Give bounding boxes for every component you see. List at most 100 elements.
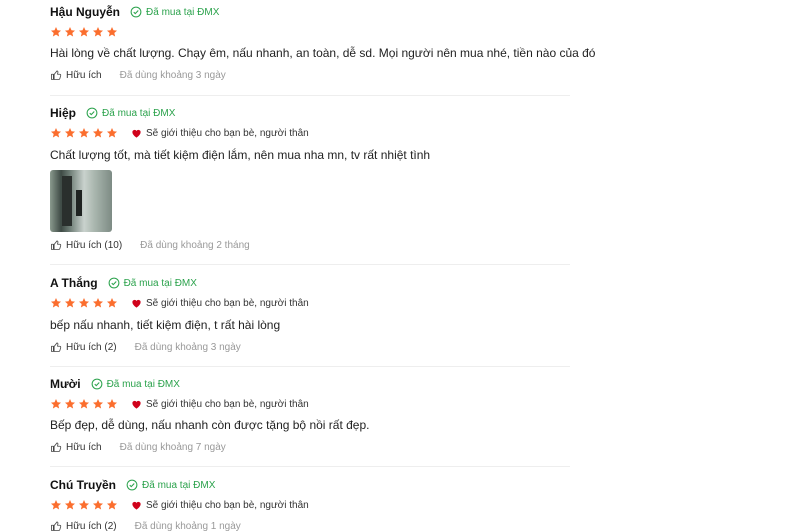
- star-icon: [64, 26, 76, 38]
- review-item: A Thắng Đã mua tại ĐMX Sẽ giới thiệu cho…: [0, 265, 570, 367]
- rating-row: Sẽ giới thiệu cho bạn bè, người thân: [50, 499, 309, 511]
- check-circle-icon: [130, 6, 142, 18]
- review-text: Hài lòng về chất lượng. Chạy êm, nấu nha…: [50, 46, 596, 60]
- recommend-tag: Sẽ giới thiệu cho bạn bè, người thân: [131, 298, 309, 309]
- thumbs-up-icon: [50, 441, 62, 453]
- star-icon: [78, 398, 90, 410]
- star-icon: [106, 398, 118, 410]
- helpful-button[interactable]: Hữu ích: [50, 69, 102, 81]
- usage-duration: Đã dùng khoảng 3 ngày: [134, 341, 241, 353]
- recommend-tag: Sẽ giới thiệu cho bạn bè, người thân: [131, 399, 309, 410]
- star-icon: [92, 499, 104, 511]
- recommend-tag: Sẽ giới thiệu cho bạn bè, người thân: [131, 500, 309, 511]
- star-icon: [50, 499, 62, 511]
- star-icon: [50, 26, 62, 38]
- verified-label: Đã mua tại ĐMX: [146, 6, 220, 18]
- star-icon: [92, 26, 104, 38]
- heart-icon: [131, 298, 142, 309]
- recommend-label: Sẽ giới thiệu cho bạn bè, người thân: [146, 127, 309, 139]
- verified-badge: Đã mua tại ĐMX: [126, 479, 215, 491]
- reviewer-name: Hiệp: [50, 106, 77, 120]
- recommend-label: Sẽ giới thiệu cho bạn bè, người thân: [146, 297, 309, 309]
- star-icon: [92, 297, 104, 309]
- star-icon: [78, 127, 90, 139]
- star-icon: [106, 297, 118, 309]
- star-icon: [78, 26, 90, 38]
- star-icon: [106, 499, 118, 511]
- helpful-label: Hữu ích: [66, 441, 102, 453]
- recommend-tag: Sẽ giới thiệu cho bạn bè, người thân: [131, 128, 309, 139]
- rating-row: Sẽ giới thiệu cho bạn bè, người thân: [50, 127, 309, 139]
- verified-badge: Đã mua tại ĐMX: [108, 277, 197, 289]
- heart-icon: [131, 500, 142, 511]
- check-circle-icon: [126, 479, 138, 491]
- usage-duration: Đã dùng khoảng 3 ngày: [119, 69, 226, 81]
- helpful-label: Hữu ích: [66, 69, 102, 81]
- recommend-label: Sẽ giới thiệu cho bạn bè, người thân: [146, 398, 309, 410]
- star-rating: [50, 398, 120, 410]
- photo-detail: [76, 190, 82, 216]
- review-item: Chú Truyền Đã mua tại ĐMX Sẽ giới thiệu …: [0, 467, 570, 532]
- thumbs-up-icon: [50, 239, 62, 251]
- helpful-button[interactable]: Hữu ích (2): [50, 341, 117, 353]
- star-icon: [50, 127, 62, 139]
- verified-badge: Đã mua tại ĐMX: [130, 6, 219, 18]
- helpful-button[interactable]: Hữu ích: [50, 441, 102, 453]
- review-text: Chất lượng tốt, mà tiết kiệm điện lắm, n…: [50, 148, 431, 162]
- reviewer-name: Mười: [50, 377, 81, 391]
- review-item: Hậu Nguyễn Đã mua tại ĐMX Hài lòng về ch…: [0, 0, 595, 96]
- star-icon: [64, 398, 76, 410]
- verified-label: Đã mua tại ĐMX: [142, 479, 216, 491]
- star-icon: [106, 127, 118, 139]
- star-icon: [64, 297, 76, 309]
- star-rating: [50, 127, 120, 139]
- helpful-label: Hữu ích (2): [66, 341, 117, 353]
- reviewer-name: Chú Truyền: [50, 478, 117, 492]
- helpful-button[interactable]: Hữu ích (10): [50, 239, 122, 251]
- verified-label: Đã mua tại ĐMX: [106, 378, 180, 390]
- star-rating: [50, 26, 120, 38]
- review-header: Mười Đã mua tại ĐMX: [50, 377, 180, 391]
- verified-badge: Đã mua tại ĐMX: [86, 107, 175, 119]
- review-footer: Hữu ích Đã dùng khoảng 7 ngày: [50, 441, 226, 453]
- thumbs-up-icon: [50, 341, 62, 353]
- review-footer: Hữu ích (10) Đã dùng khoảng 2 tháng: [50, 239, 250, 251]
- reviewer-name: A Thắng: [50, 276, 98, 290]
- star-icon: [64, 127, 76, 139]
- review-footer: Hữu ích (2) Đã dùng khoảng 1 ngày: [50, 520, 241, 532]
- star-icon: [78, 297, 90, 309]
- verified-label: Đã mua tại ĐMX: [102, 107, 176, 119]
- review-footer: Hữu ích Đã dùng khoảng 3 ngày: [50, 69, 226, 81]
- usage-duration: Đã dùng khoảng 7 ngày: [119, 441, 226, 453]
- review-text: bếp nấu nhanh, tiết kiệm điện, t rất hài…: [50, 318, 281, 332]
- heart-icon: [131, 399, 142, 410]
- reviewer-name: Hậu Nguyễn: [50, 5, 121, 19]
- star-icon: [50, 398, 62, 410]
- check-circle-icon: [86, 107, 98, 119]
- check-circle-icon: [108, 277, 120, 289]
- helpful-button[interactable]: Hữu ích (2): [50, 520, 117, 532]
- photo-detail: [62, 176, 72, 226]
- star-icon: [106, 26, 118, 38]
- thumbs-up-icon: [50, 69, 62, 81]
- star-icon: [78, 499, 90, 511]
- star-icon: [50, 297, 62, 309]
- verified-badge: Đã mua tại ĐMX: [91, 378, 180, 390]
- usage-duration: Đã dùng khoảng 2 tháng: [140, 239, 250, 251]
- review-header: Chú Truyền Đã mua tại ĐMX: [50, 478, 215, 492]
- star-icon: [92, 127, 104, 139]
- thumbs-up-icon: [50, 520, 62, 532]
- check-circle-icon: [91, 378, 103, 390]
- review-header: A Thắng Đã mua tại ĐMX: [50, 276, 197, 290]
- review-item: Mười Đã mua tại ĐMX Sẽ giới thiệu cho bạ…: [0, 367, 570, 467]
- star-rating: [50, 297, 120, 309]
- review-header: Hậu Nguyễn Đã mua tại ĐMX: [50, 5, 219, 19]
- star-icon: [92, 398, 104, 410]
- helpful-label: Hữu ích (10): [66, 239, 123, 251]
- review-photo-thumbnail[interactable]: [50, 170, 112, 232]
- review-item: Hiệp Đã mua tại ĐMX Sẽ giới thiệu cho bạ…: [0, 96, 570, 265]
- heart-icon: [131, 128, 142, 139]
- recommend-label: Sẽ giới thiệu cho bạn bè, người thân: [146, 499, 309, 511]
- review-header: Hiệp Đã mua tại ĐMX: [50, 106, 175, 120]
- star-icon: [64, 499, 76, 511]
